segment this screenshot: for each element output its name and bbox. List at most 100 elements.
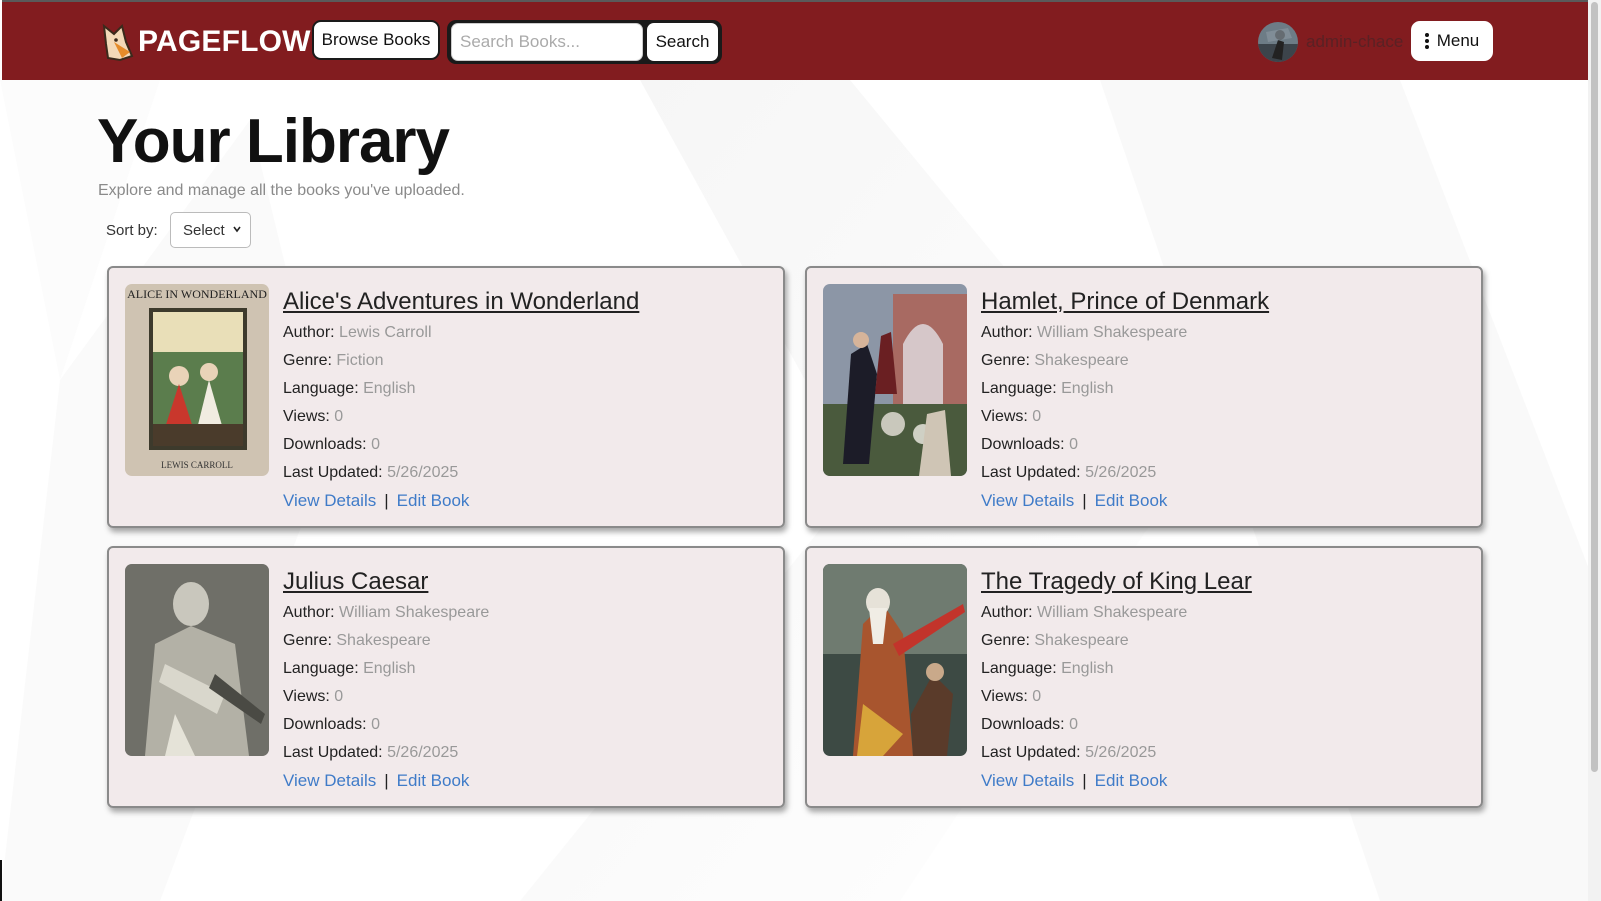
- genre-row: Genre: Fiction: [283, 347, 639, 375]
- book-card: Hamlet, Prince of Denmark Author: Willia…: [805, 266, 1483, 528]
- genre-row: Genre: Shakespeare: [981, 347, 1269, 375]
- book-card: ALICE IN WONDERLAND LEWIS CARROLL Alice'…: [107, 266, 785, 528]
- updated-label: Last Updated:: [283, 464, 383, 481]
- book-title-link[interactable]: Hamlet, Prince of Denmark: [981, 288, 1269, 316]
- views-row: Views: 0: [283, 683, 489, 711]
- brand-name: PAGEFLOW: [138, 25, 311, 58]
- views-label: Views:: [981, 688, 1028, 705]
- search-input[interactable]: [451, 23, 643, 61]
- user-avatar-icon: [1258, 22, 1298, 62]
- page-scrollbar[interactable]: [1588, 0, 1601, 901]
- updated-value: 5/26/2025: [1085, 744, 1157, 761]
- downloads-value: 0: [371, 716, 380, 733]
- genre-row: Genre: Shakespeare: [981, 627, 1252, 655]
- author-label: Author:: [283, 604, 335, 621]
- lear-cover-image: [823, 564, 967, 756]
- view-details-link[interactable]: View Details: [981, 771, 1074, 790]
- page-subtitle: Explore and manage all the books you've …: [98, 182, 465, 199]
- view-details-link[interactable]: View Details: [283, 771, 376, 790]
- downloads-label: Downloads:: [283, 436, 367, 453]
- link-separator: |: [384, 771, 389, 790]
- updated-row: Last Updated: 5/26/2025: [981, 459, 1269, 487]
- view-details-link[interactable]: View Details: [981, 491, 1074, 510]
- browse-books-button[interactable]: Browse Books: [312, 20, 440, 60]
- views-row: Views: 0: [283, 403, 639, 431]
- downloads-label: Downloads:: [981, 436, 1065, 453]
- avatar[interactable]: [1258, 22, 1298, 62]
- book-card: Julius Caesar Author: William Shakespear…: [107, 546, 785, 808]
- author-value: Lewis Carroll: [339, 324, 432, 341]
- link-separator: |: [1082, 771, 1087, 790]
- downloads-label: Downloads:: [981, 716, 1065, 733]
- language-row: Language: English: [981, 655, 1252, 683]
- downloads-value: 0: [1069, 436, 1078, 453]
- author-row: Author: William Shakespeare: [981, 319, 1269, 347]
- views-value: 0: [1032, 688, 1042, 705]
- author-label: Author:: [283, 324, 335, 341]
- updated-label: Last Updated:: [981, 464, 1081, 481]
- book-title-link[interactable]: The Tragedy of King Lear: [981, 568, 1252, 596]
- alice-cover-image: ALICE IN WONDERLAND LEWIS CARROLL: [125, 284, 269, 476]
- updated-value: 5/26/2025: [1085, 464, 1157, 481]
- updated-row: Last Updated: 5/26/2025: [283, 459, 639, 487]
- views-row: Views: 0: [981, 683, 1252, 711]
- book-cover-king-lear[interactable]: [823, 564, 967, 756]
- updated-row: Last Updated: 5/26/2025: [981, 739, 1252, 767]
- menu-button[interactable]: Menu: [1411, 21, 1493, 61]
- search-form: Search: [447, 20, 722, 64]
- language-value: English: [1061, 380, 1114, 397]
- book-cover-julius-caesar[interactable]: [125, 564, 269, 756]
- link-separator: |: [1082, 491, 1087, 510]
- language-value: English: [363, 660, 416, 677]
- sort-select[interactable]: Select: [170, 212, 251, 248]
- downloads-row: Downloads: 0: [283, 431, 639, 459]
- genre-value: Shakespeare: [336, 632, 431, 649]
- author-row: Author: Lewis Carroll: [283, 319, 639, 347]
- card-actions: View Details | Edit Book: [981, 491, 1269, 511]
- edit-book-link[interactable]: Edit Book: [1095, 491, 1168, 510]
- card-actions: View Details | Edit Book: [283, 771, 489, 791]
- genre-label: Genre:: [981, 352, 1030, 369]
- edit-book-link[interactable]: Edit Book: [397, 491, 470, 510]
- downloads-value: 0: [371, 436, 380, 453]
- username[interactable]: admin-chace: [1306, 32, 1403, 52]
- edit-book-link[interactable]: Edit Book: [1095, 771, 1168, 790]
- book-title-link[interactable]: Julius Caesar: [283, 568, 489, 596]
- language-row: Language: English: [981, 375, 1269, 403]
- downloads-label: Downloads:: [283, 716, 367, 733]
- caesar-cover-image: [125, 564, 269, 756]
- views-value: 0: [334, 688, 344, 705]
- card-actions: View Details | Edit Book: [981, 771, 1252, 791]
- genre-label: Genre:: [981, 632, 1030, 649]
- updated-value: 5/26/2025: [387, 464, 459, 481]
- language-value: English: [363, 380, 416, 397]
- downloads-row: Downloads: 0: [981, 431, 1269, 459]
- language-label: Language:: [283, 660, 359, 677]
- downloads-row: Downloads: 0: [283, 711, 489, 739]
- author-row: Author: William Shakespeare: [283, 599, 489, 627]
- brand[interactable]: PAGEFLOW: [100, 20, 311, 64]
- author-label: Author:: [981, 324, 1033, 341]
- menu-label: Menu: [1436, 31, 1480, 50]
- downloads-row: Downloads: 0: [981, 711, 1252, 739]
- search-button[interactable]: Search: [647, 23, 718, 61]
- book-title-link[interactable]: Alice's Adventures in Wonderland: [283, 288, 639, 316]
- sort-label: Sort by:: [106, 222, 158, 239]
- edit-book-link[interactable]: Edit Book: [397, 771, 470, 790]
- language-label: Language:: [981, 380, 1057, 397]
- book-cover-alice[interactable]: ALICE IN WONDERLAND LEWIS CARROLL: [125, 284, 269, 476]
- views-row: Views: 0: [981, 403, 1269, 431]
- scrollbar-thumb[interactable]: [1591, 2, 1598, 772]
- author-row: Author: William Shakespeare: [981, 599, 1252, 627]
- views-label: Views:: [981, 408, 1028, 425]
- card-actions: View Details | Edit Book: [283, 491, 639, 511]
- cover-author-text: LEWIS CARROLL: [161, 460, 233, 470]
- page-title: Your Library: [97, 107, 450, 176]
- views-label: Views:: [283, 408, 330, 425]
- author-value: William Shakespeare: [1037, 324, 1188, 341]
- author-value: William Shakespeare: [339, 604, 490, 621]
- book-cover-hamlet[interactable]: [823, 284, 967, 476]
- view-details-link[interactable]: View Details: [283, 491, 376, 510]
- updated-label: Last Updated:: [981, 744, 1081, 761]
- language-row: Language: English: [283, 655, 489, 683]
